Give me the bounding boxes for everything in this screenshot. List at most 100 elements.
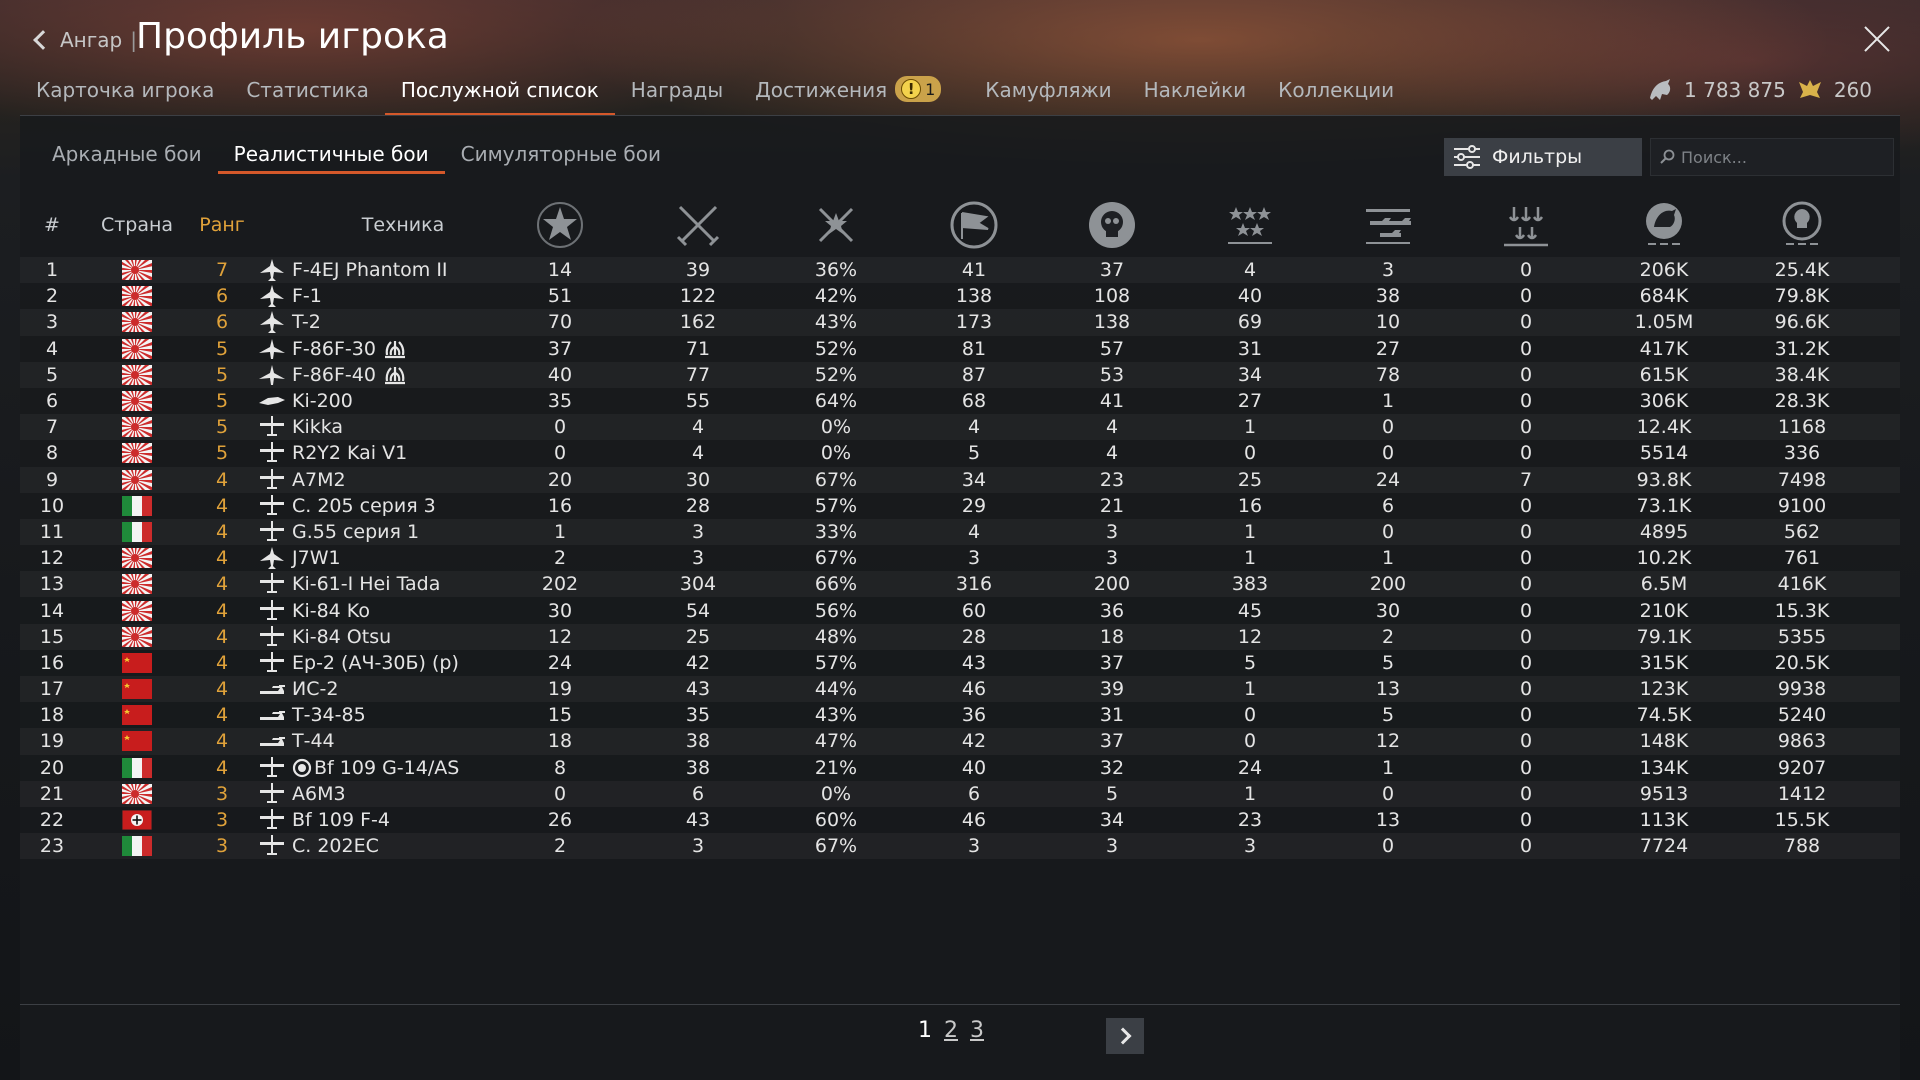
table-row[interactable]: 3 6 T-2 70 162 43% 173 138 69 10 0 1.05M 96.6K: [20, 309, 1900, 336]
vehicle-name: Kikka: [292, 416, 344, 439]
table-row[interactable]: 1 7 F-4EJ Phantom II 14 39 36% 41 37 4 3 0 206K 25.4…: [20, 257, 1900, 284]
table-row[interactable]: 16 4 Ер-2 (АЧ-30Б) (р) 24 42 57% 43 37 5 5 0 315K 20…: [20, 650, 1900, 676]
filters-button[interactable]: Фильтры: [1444, 138, 1642, 176]
row-stat-respawns: 46: [961, 678, 987, 701]
page-2-link[interactable]: 2: [944, 1018, 958, 1043]
column-respawns[interactable]: [914, 195, 1034, 255]
row-stat-air-kills: 24: [1237, 756, 1263, 779]
row-stat-ground-kills: 24: [1375, 468, 1401, 491]
table-row[interactable]: 22 3 Bf 109 F-4 26 43 60% 46 34 23 13 0 113K 15.5K: [20, 807, 1900, 833]
tab-4[interactable]: Достижения! 1: [739, 72, 957, 116]
column-battles[interactable]: [500, 195, 620, 255]
page-3-link[interactable]: 3: [970, 1018, 984, 1043]
table-row[interactable]: 6 5 Ki-200 35 55 64% 68 41 27 1 0 306K 28.3K: [20, 388, 1900, 414]
row-stat-win-rate: 48%: [814, 625, 858, 648]
tab-6[interactable]: Наклейки: [1128, 72, 1263, 116]
row-stat-victories: 25: [685, 625, 711, 648]
table-row[interactable]: 10 4 C. 205 серия 3 16 28 57% 29 21 16 6 0 73.1K 910…: [20, 493, 1900, 519]
table-row[interactable]: 13 4 Ki-61-I Hei Tada 202 304 66% 316 200 383 200…: [20, 571, 1900, 598]
table-row[interactable]: 8 5 R2Y2 Kai V1 0 4 0% 5 4 0 0 0 5514 336: [20, 440, 1900, 466]
tab-5[interactable]: Камуфляжи: [969, 72, 1127, 116]
column-rank[interactable]: Ранг: [190, 195, 254, 255]
subtab-0[interactable]: Аркадные бои: [36, 142, 218, 174]
row-stat-deaths: 57: [1099, 337, 1125, 360]
row-stat-deaths: 18: [1099, 625, 1125, 648]
column-ground-kills[interactable]: [1328, 195, 1448, 255]
row-rank: 5: [215, 390, 229, 413]
row-stat-ground-kills: 0: [1381, 442, 1395, 465]
table-row[interactable]: 4 5 F-86F-30 37 71 52% 81 57 31 27 0 417K 31.2K: [20, 336, 1900, 362]
silver-amount: 1 783 875: [1684, 78, 1786, 102]
row-number: 13: [39, 573, 65, 596]
table-row[interactable]: 23 3 C. 202EC 2 3 67% 3 3 3 0 0 7724 788: [20, 833, 1900, 860]
tab-3[interactable]: Награды: [615, 72, 739, 116]
table-row[interactable]: 9 4 A7M2 20 30 67% 34 23 25 24 7 93.8K 7498: [20, 466, 1900, 493]
column-win-rate[interactable]: [776, 195, 896, 255]
flag-italy-icon: [122, 836, 152, 857]
back-to-hangar-button[interactable]: Ангар |: [33, 22, 137, 58]
row-stat-victories: 122: [679, 285, 717, 308]
next-page-button[interactable]: [1106, 1018, 1144, 1054]
row-stat-deaths: 36: [1099, 599, 1125, 622]
table-row[interactable]: 11 4 G.55 серия 1 1 3 33% 4 3 1 0 0 4895 562: [20, 518, 1900, 546]
table-row[interactable]: 5 5 F-86F-40 40 77 52% 87 53 34 78 0 615K 38.4K: [20, 361, 1900, 388]
column-research-points[interactable]: [1742, 195, 1862, 255]
vehicle-name: Ki-200: [292, 390, 353, 413]
table-row[interactable]: 15 4 Ki-84 Otsu 12 25 48% 28 18 12 2 0 79.1K 5355: [20, 623, 1900, 650]
row-stat-silver-lions: 6.5M: [1640, 573, 1688, 596]
table-row[interactable]: 21 3 A6M3 0 6 0% 6 5 1 0 0 9513 1412: [20, 780, 1900, 807]
row-stat-research-points: 31.2K: [1774, 337, 1830, 360]
column-victories[interactable]: [638, 195, 758, 255]
row-stat-victories: 4: [691, 442, 705, 465]
row-rank: 4: [215, 651, 229, 674]
close-icon[interactable]: [1860, 22, 1894, 56]
row-rank: 4: [215, 520, 229, 543]
flag-japan-icon: [122, 783, 152, 804]
row-country: [84, 362, 190, 388]
column-air-kills[interactable]: [1190, 195, 1310, 255]
page-1-link[interactable]: 1: [918, 1018, 932, 1043]
search-input[interactable]: [1681, 147, 1881, 167]
row-stat-research-points: 1412: [1777, 782, 1827, 805]
row-stat-victories: 43: [685, 678, 711, 701]
row-stat-silver-lions: 123K: [1639, 678, 1689, 701]
row-stat-respawns: 43: [961, 651, 987, 674]
row-stat-win-rate: 52%: [814, 363, 858, 386]
tab-0[interactable]: Карточка игрока: [20, 72, 230, 116]
table-row[interactable]: 2 6 F-1 51 122 42% 138 108 40 38 0 684K 79.8K: [20, 283, 1900, 309]
row-stat-battles: 30: [547, 599, 573, 622]
row-stat-ground-kills: 5: [1381, 704, 1395, 727]
table-row[interactable]: 18 4 Т-34-85 15 35 43% 36 31 0 5 0 74.5K 5240: [20, 702, 1900, 728]
column-naval-kills[interactable]: [1466, 195, 1586, 255]
row-stat-naval-kills: 0: [1519, 494, 1533, 517]
row-number: 9: [45, 468, 59, 491]
column-deaths[interactable]: [1052, 195, 1172, 255]
table-row[interactable]: 12 4 J7W1 2 3 67% 3 3 1 1 0 10.2K 761: [20, 545, 1900, 571]
vehicle-name: Ki-84 Ko: [292, 599, 370, 622]
tab-1[interactable]: Статистика: [230, 72, 385, 116]
flag-japan-icon: [122, 443, 152, 464]
row-rank: 6: [215, 285, 229, 308]
row-rank: 3: [215, 782, 229, 805]
warning-icon: !: [901, 79, 922, 99]
subtab-1[interactable]: Реалистичные бои: [217, 142, 445, 174]
row-stat-win-rate: 42%: [814, 285, 858, 308]
table-row[interactable]: 17 4 ИС-2 19 43 44% 46 39 1 13 0 123K 9938: [20, 676, 1900, 703]
column-country[interactable]: Страна: [84, 195, 190, 255]
vehicle-tank-icon: [260, 737, 285, 747]
row-stat-battles: 202: [541, 573, 579, 596]
tab-7[interactable]: Коллекции: [1262, 72, 1410, 116]
row-stat-victories: 35: [685, 704, 711, 727]
vehicle-prop-icon: [260, 599, 284, 620]
search-box[interactable]: [1650, 138, 1894, 176]
column-silver-lions[interactable]: [1604, 195, 1724, 255]
tab-2[interactable]: Послужной список: [384, 72, 615, 116]
table-row[interactable]: 14 4 Ki-84 Ko 30 54 56% 60 36 45 30 0 210K 15.3K: [20, 597, 1900, 623]
table-row[interactable]: 20 4 Bf 109 G-14/AS 8 38 21% 40 32 24 1 0 134K 9207: [20, 755, 1900, 781]
table-row[interactable]: 19 4 Т-44 18 38 47% 42 37 0 12 0 148K 9863: [20, 728, 1900, 755]
table-row[interactable]: 7 5 Kikka 0 4 0% 4 4 1 0 0 12.4K 1168: [20, 414, 1900, 441]
flag-italy-icon: [122, 521, 152, 542]
subtab-2[interactable]: Симуляторные бои: [445, 142, 677, 174]
row-stat-ground-kills: 2: [1381, 625, 1395, 648]
row-stat-deaths: 200: [1093, 573, 1131, 596]
